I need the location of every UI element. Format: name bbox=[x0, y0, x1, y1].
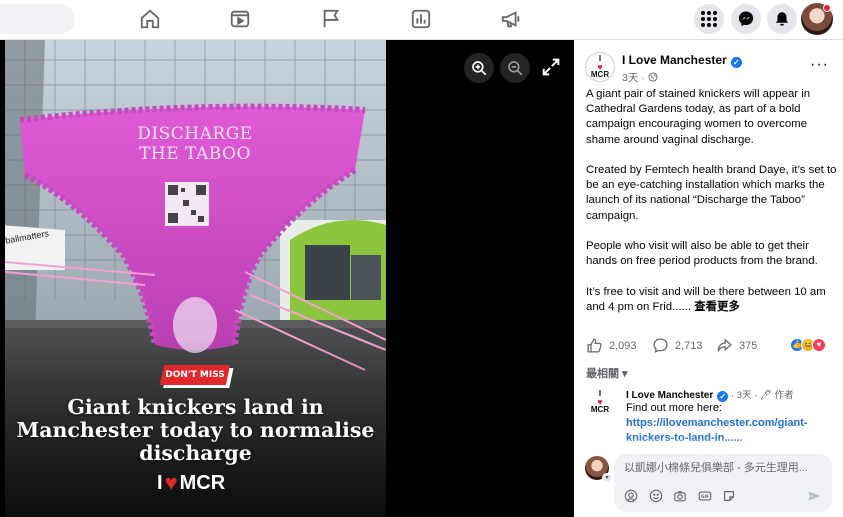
reaction-summary[interactable]: 👍 😆 ♥ bbox=[790, 338, 826, 352]
comment-sort-dropdown[interactable]: 最相關 ▾ bbox=[586, 365, 628, 381]
chevron-down-icon[interactable]: ▾ bbox=[602, 473, 612, 483]
flag-icon[interactable] bbox=[320, 8, 342, 30]
notifications-button[interactable] bbox=[767, 4, 797, 34]
menu-grid-button[interactable] bbox=[694, 4, 724, 34]
avatar-mcr: MCR bbox=[590, 405, 610, 414]
avatar-mcr: MCR bbox=[590, 70, 610, 79]
page-avatar[interactable]: I ♥ MCR bbox=[585, 52, 615, 82]
menu-grid-icon bbox=[701, 11, 717, 27]
like-icon bbox=[587, 338, 602, 353]
comment-button[interactable]: 2,713 bbox=[652, 337, 703, 354]
gif-icon[interactable]: GIF bbox=[698, 489, 712, 503]
home-icon[interactable] bbox=[139, 8, 161, 30]
notification-badge bbox=[823, 4, 831, 12]
comment-input[interactable] bbox=[624, 460, 824, 476]
photo-headline: Giant knickers land in Manchester today … bbox=[16, 395, 375, 465]
comment-author-name: I Love Manchester bbox=[626, 390, 714, 401]
top-navigation-bar bbox=[0, 0, 843, 40]
post-paragraph: A giant pair of stained knickers will ap… bbox=[586, 88, 811, 146]
see-more-link[interactable]: 查看更多 bbox=[694, 301, 740, 313]
i-love-mcr-logo: I ♥ MCR bbox=[157, 471, 225, 495]
zoom-out-icon bbox=[508, 61, 523, 76]
page-name: I Love Manchester bbox=[622, 53, 727, 67]
emoji-icon[interactable] bbox=[649, 489, 663, 503]
camera-icon[interactable] bbox=[673, 489, 687, 503]
page-name-link[interactable]: I Love Manchester ✓ bbox=[622, 53, 742, 68]
post-timestamp[interactable]: 3天 · bbox=[622, 70, 658, 85]
dont-miss-tag: DON'T MISS bbox=[159, 365, 231, 385]
comment-composer: GIF bbox=[614, 454, 832, 512]
zoom-out-button[interactable] bbox=[500, 53, 530, 83]
post-text: A giant pair of stained knickers will ap… bbox=[586, 87, 838, 330]
like-count: 2,093 bbox=[609, 339, 637, 352]
like-button[interactable]: 2,093 bbox=[586, 337, 637, 354]
zoom-in-icon bbox=[472, 61, 487, 76]
comment-icon bbox=[653, 338, 668, 353]
post-photo: DISCHARGE THE TABOO ballmatters DON'T MI… bbox=[5, 40, 386, 517]
avatar-sticker-icon[interactable] bbox=[624, 489, 638, 503]
love-reaction-icon: ♥ bbox=[812, 338, 826, 352]
share-icon bbox=[717, 338, 732, 352]
post-paragraph: Created by Femtech health brand Daye, it… bbox=[586, 164, 837, 222]
send-icon[interactable] bbox=[807, 489, 821, 503]
sticker-icon[interactable] bbox=[722, 489, 736, 503]
expand-icon[interactable] bbox=[540, 56, 562, 78]
comment-text: Find out more here: bbox=[626, 402, 722, 414]
post-paragraph: People who visit will also be able to ge… bbox=[586, 240, 818, 268]
post-paragraph-last: It’s free to visit and will be there bet… bbox=[586, 285, 838, 315]
comment-author[interactable]: I Love Manchester ✓ · 3天 · 🖊 作者 bbox=[626, 387, 794, 402]
comment-count: 2,713 bbox=[675, 339, 703, 352]
knickers-printed-text: DISCHARGE THE TABOO bbox=[137, 124, 253, 164]
share-count: 375 bbox=[739, 339, 758, 352]
logo-mcr: MCR bbox=[179, 471, 226, 494]
megaphone-icon[interactable] bbox=[500, 8, 522, 30]
heart-icon: ♥ bbox=[164, 470, 178, 495]
comment-fade bbox=[574, 438, 843, 448]
post-time-text: 3天 · bbox=[622, 72, 648, 84]
share-button[interactable]: 375 bbox=[716, 337, 757, 354]
svg-text:GIF: GIF bbox=[701, 494, 709, 500]
chart-icon[interactable] bbox=[410, 8, 432, 30]
messenger-icon bbox=[738, 11, 754, 27]
globe-icon bbox=[648, 72, 658, 82]
post-side-panel: I ♥ MCR I Love Manchester ✓ 3天 · ··· A gi… bbox=[574, 40, 843, 517]
logo-i: I bbox=[157, 471, 163, 494]
messenger-button[interactable] bbox=[731, 4, 761, 34]
more-options-button[interactable]: ··· bbox=[810, 55, 829, 75]
comment-meta: · 3天 · 🖊 作者 bbox=[728, 390, 794, 401]
bell-icon bbox=[776, 12, 788, 26]
commenter-avatar[interactable]: I ♥ MCR bbox=[586, 388, 614, 416]
photo-viewer: DISCHARGE THE TABOO ballmatters DON'T MI… bbox=[0, 40, 574, 517]
zoom-in-button[interactable] bbox=[464, 53, 494, 83]
watch-icon[interactable] bbox=[229, 8, 251, 30]
dont-miss-label: DON'T MISS bbox=[165, 370, 225, 380]
verified-badge-icon: ✓ bbox=[730, 57, 742, 68]
search-box[interactable] bbox=[0, 4, 75, 34]
